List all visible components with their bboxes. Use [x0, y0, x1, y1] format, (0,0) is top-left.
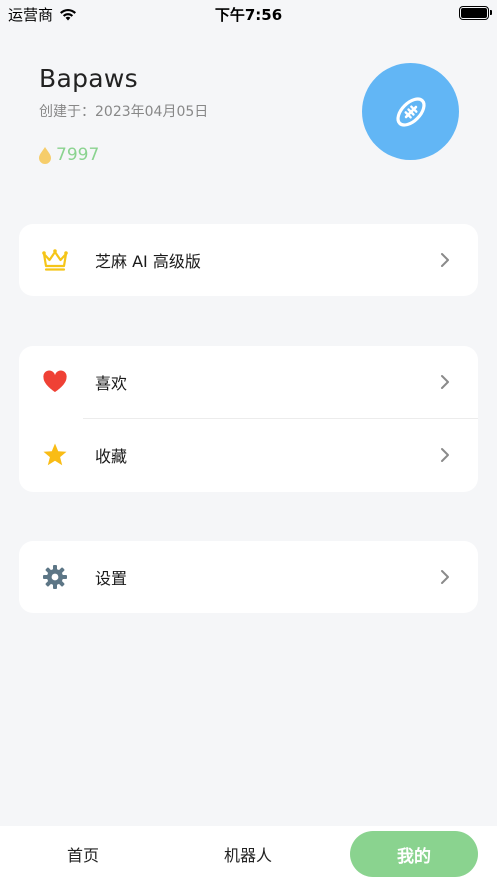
star-icon — [41, 441, 69, 469]
created-date: 创建于：2023年04月05日 — [39, 104, 209, 120]
menu-item-favorites[interactable]: 收藏 — [19, 419, 478, 491]
chevron-right-icon — [441, 375, 449, 389]
menu-item-label: 收藏 — [95, 447, 128, 466]
chevron-right-icon — [441, 253, 449, 267]
coin-balance: 7997 — [38, 145, 99, 165]
tab-robot[interactable]: 机器人 — [178, 831, 318, 877]
menu-item-settings[interactable]: 设置 — [19, 541, 478, 613]
menu-item-likes[interactable]: 喜欢 — [19, 346, 478, 418]
droplet-icon — [39, 147, 51, 164]
chevron-right-icon — [441, 448, 449, 462]
menu-item-premium[interactable]: 芝麻 AI 高级版 — [19, 224, 478, 296]
premium-card: 芝麻 AI 高级版 — [19, 224, 478, 296]
collections-card: 喜欢 收藏 — [19, 346, 478, 492]
profile-header: Bapaws 创建于：2023年04月05日 — [39, 64, 208, 121]
football-icon — [395, 96, 426, 127]
username: Bapaws — [39, 64, 138, 93]
coin-count: 7997 — [56, 145, 100, 165]
menu-item-label: 芝麻 AI 高级版 — [95, 252, 201, 271]
status-bar: 运营商 下午7:56 — [0, 0, 497, 26]
battery-icon — [459, 6, 492, 20]
tab-mine[interactable]: 我的 — [350, 831, 478, 877]
tab-home[interactable]: 首页 — [13, 831, 153, 877]
menu-item-label: 喜欢 — [95, 374, 128, 393]
crown-icon — [41, 246, 69, 274]
settings-card: 设置 — [19, 541, 478, 613]
clock: 下午7:56 — [214, 6, 283, 24]
heart-icon — [41, 368, 69, 396]
menu-item-label: 设置 — [95, 569, 128, 588]
avatar[interactable] — [362, 63, 459, 160]
tab-bar: 首页 机器人 我的 — [0, 826, 497, 883]
chevron-right-icon — [441, 570, 449, 584]
gear-icon — [41, 563, 69, 591]
